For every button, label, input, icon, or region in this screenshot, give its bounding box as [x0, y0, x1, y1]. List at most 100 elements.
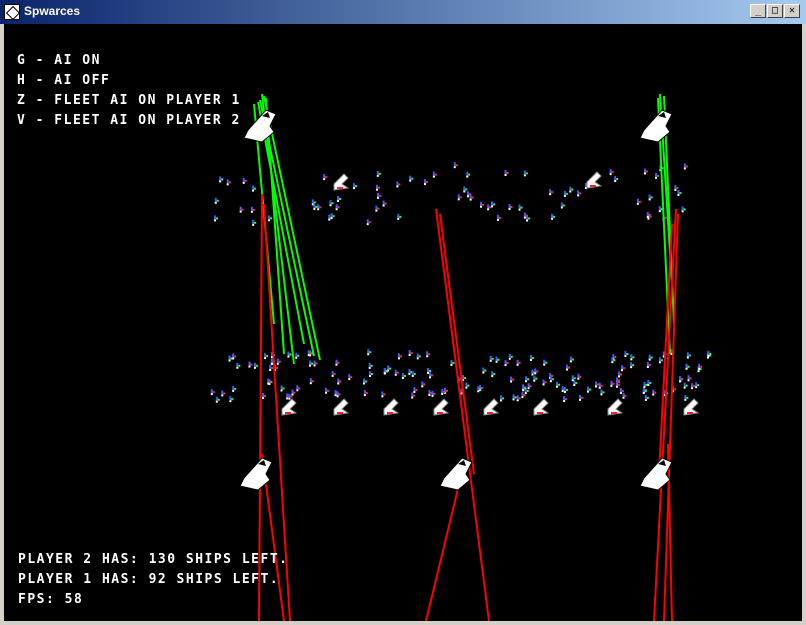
fighter-ship-core	[624, 355, 627, 358]
fighter-ship-core	[549, 193, 552, 196]
game-canvas[interactable]: G - AI ON H - AI OFF Z - FLEET AI ON PLA…	[4, 24, 802, 621]
fighter-ship-core	[226, 183, 229, 186]
fighter-ship	[469, 194, 472, 199]
fighter-ship-core	[543, 363, 546, 366]
fighter-ship-engine	[617, 383, 620, 386]
fighter-ship-engine	[650, 196, 653, 199]
fighter-ship-engine	[354, 185, 357, 188]
fighter-ship	[267, 378, 270, 383]
fighter-ship-core	[466, 175, 469, 178]
fighter-ship	[276, 358, 279, 363]
fighter-ship	[337, 196, 340, 201]
fighter-ship	[382, 200, 385, 205]
fighter-ship-core	[215, 400, 218, 403]
fighter-ship-engine	[676, 187, 679, 190]
fighter-ship-core	[376, 174, 379, 177]
fighter-ship-engine	[565, 398, 568, 401]
fighter-ship	[453, 162, 456, 167]
player2-laser	[263, 95, 321, 361]
fighter-ship-engine	[377, 186, 380, 189]
fighter-ship-engine	[489, 206, 492, 209]
fighter-ship	[409, 175, 412, 180]
fighter-ship-core	[431, 394, 434, 397]
close-button[interactable]: ✕	[784, 4, 800, 18]
fighter-ship	[543, 359, 546, 364]
fighter-ship-engine	[571, 188, 574, 191]
fighter-ship-engine	[378, 194, 381, 197]
fighter-ship-core	[504, 364, 507, 367]
fighter-ship-core	[429, 376, 432, 379]
fighter-ship-engine	[297, 354, 300, 357]
fighter-ship-engine	[471, 196, 474, 199]
fighter-ship-core	[348, 378, 351, 381]
fighter-ship	[331, 370, 334, 375]
fighter-ship-engine	[562, 204, 565, 207]
capital-ship	[639, 457, 673, 491]
fighter-ship-engine	[429, 369, 432, 372]
fighter-ship-engine	[632, 356, 635, 359]
fighter-ship-core	[366, 223, 369, 226]
fighter-ship-core	[652, 393, 655, 396]
fighter-ship	[408, 350, 411, 355]
fighter-ship	[615, 381, 618, 386]
fighter-ship-engine	[254, 187, 257, 190]
frigate-ship-thruster	[285, 412, 291, 414]
fighter-ship	[313, 360, 316, 365]
fighter-ship-engine	[410, 352, 413, 355]
player1-ship-count: PLAYER 1 HAS: 92 SHIPS LEFT.	[18, 572, 280, 587]
fighter-ship-core	[566, 368, 569, 371]
fighter-ship	[533, 375, 536, 380]
frigate-ship-thruster	[537, 412, 543, 414]
fighter-ship-core	[658, 361, 661, 364]
fighter-ship-engine	[484, 369, 487, 372]
fighter-ship-engine	[269, 380, 272, 383]
fighter-ship	[512, 394, 515, 399]
fighter-ship-core	[428, 394, 431, 397]
fighter-ship-engine	[575, 382, 578, 385]
fighter-ship	[617, 371, 620, 376]
fighter-ship-core	[317, 208, 320, 211]
frigate-ship-thruster	[387, 412, 393, 414]
fighter-ship-engine	[536, 370, 539, 373]
fighter-ship-engine	[602, 391, 605, 394]
fighter-ship	[523, 170, 526, 175]
fighter-ship-core	[529, 359, 532, 362]
fighter-ship-core	[521, 396, 524, 399]
fighter-ship	[210, 389, 213, 394]
fighter-ship	[317, 204, 320, 209]
fighter-ship-engine	[579, 192, 582, 195]
minimize-button[interactable]: _	[750, 4, 766, 18]
fighter-ship-core	[523, 174, 526, 177]
fighter-ship-core	[229, 400, 232, 403]
fighter-ship-core	[287, 355, 290, 358]
game-app-icon[interactable]	[4, 4, 20, 20]
fighter-ship-engine	[573, 377, 576, 380]
fighter-ship-engine	[369, 351, 372, 354]
fps-counter: FPS: 58	[18, 592, 84, 607]
fighter-ship-engine	[613, 359, 616, 362]
fighter-ship-engine	[309, 352, 312, 355]
fighter-ship	[646, 361, 649, 366]
fighter-ship-core	[560, 206, 563, 209]
maximize-button[interactable]: □	[767, 4, 783, 18]
fighter-ship-core	[463, 190, 466, 193]
fighter-ship-engine	[612, 382, 615, 385]
fighter-ship-engine	[234, 355, 237, 358]
fighter-ship	[684, 394, 687, 399]
fighter-ship	[636, 198, 639, 203]
fighter-ship-engine	[396, 371, 399, 374]
fighter-ship-core	[508, 357, 511, 360]
title-bar[interactable]: Spwarces _ □ ✕	[0, 0, 806, 24]
fighter-ship-engine	[319, 206, 322, 209]
fighter-ship	[396, 181, 399, 186]
fighter-ship	[352, 183, 355, 188]
fighter-ship-core	[579, 398, 582, 401]
fighter-ship	[428, 390, 431, 395]
fighter-ship-engine	[545, 361, 548, 364]
fighter-ship-core	[411, 374, 414, 377]
fighter-ship-engine	[689, 377, 692, 380]
fighter-ship-core	[533, 379, 536, 382]
fighter-ship	[363, 390, 366, 395]
fighter-ship	[368, 362, 371, 367]
frigate-ship-thruster	[337, 187, 343, 189]
